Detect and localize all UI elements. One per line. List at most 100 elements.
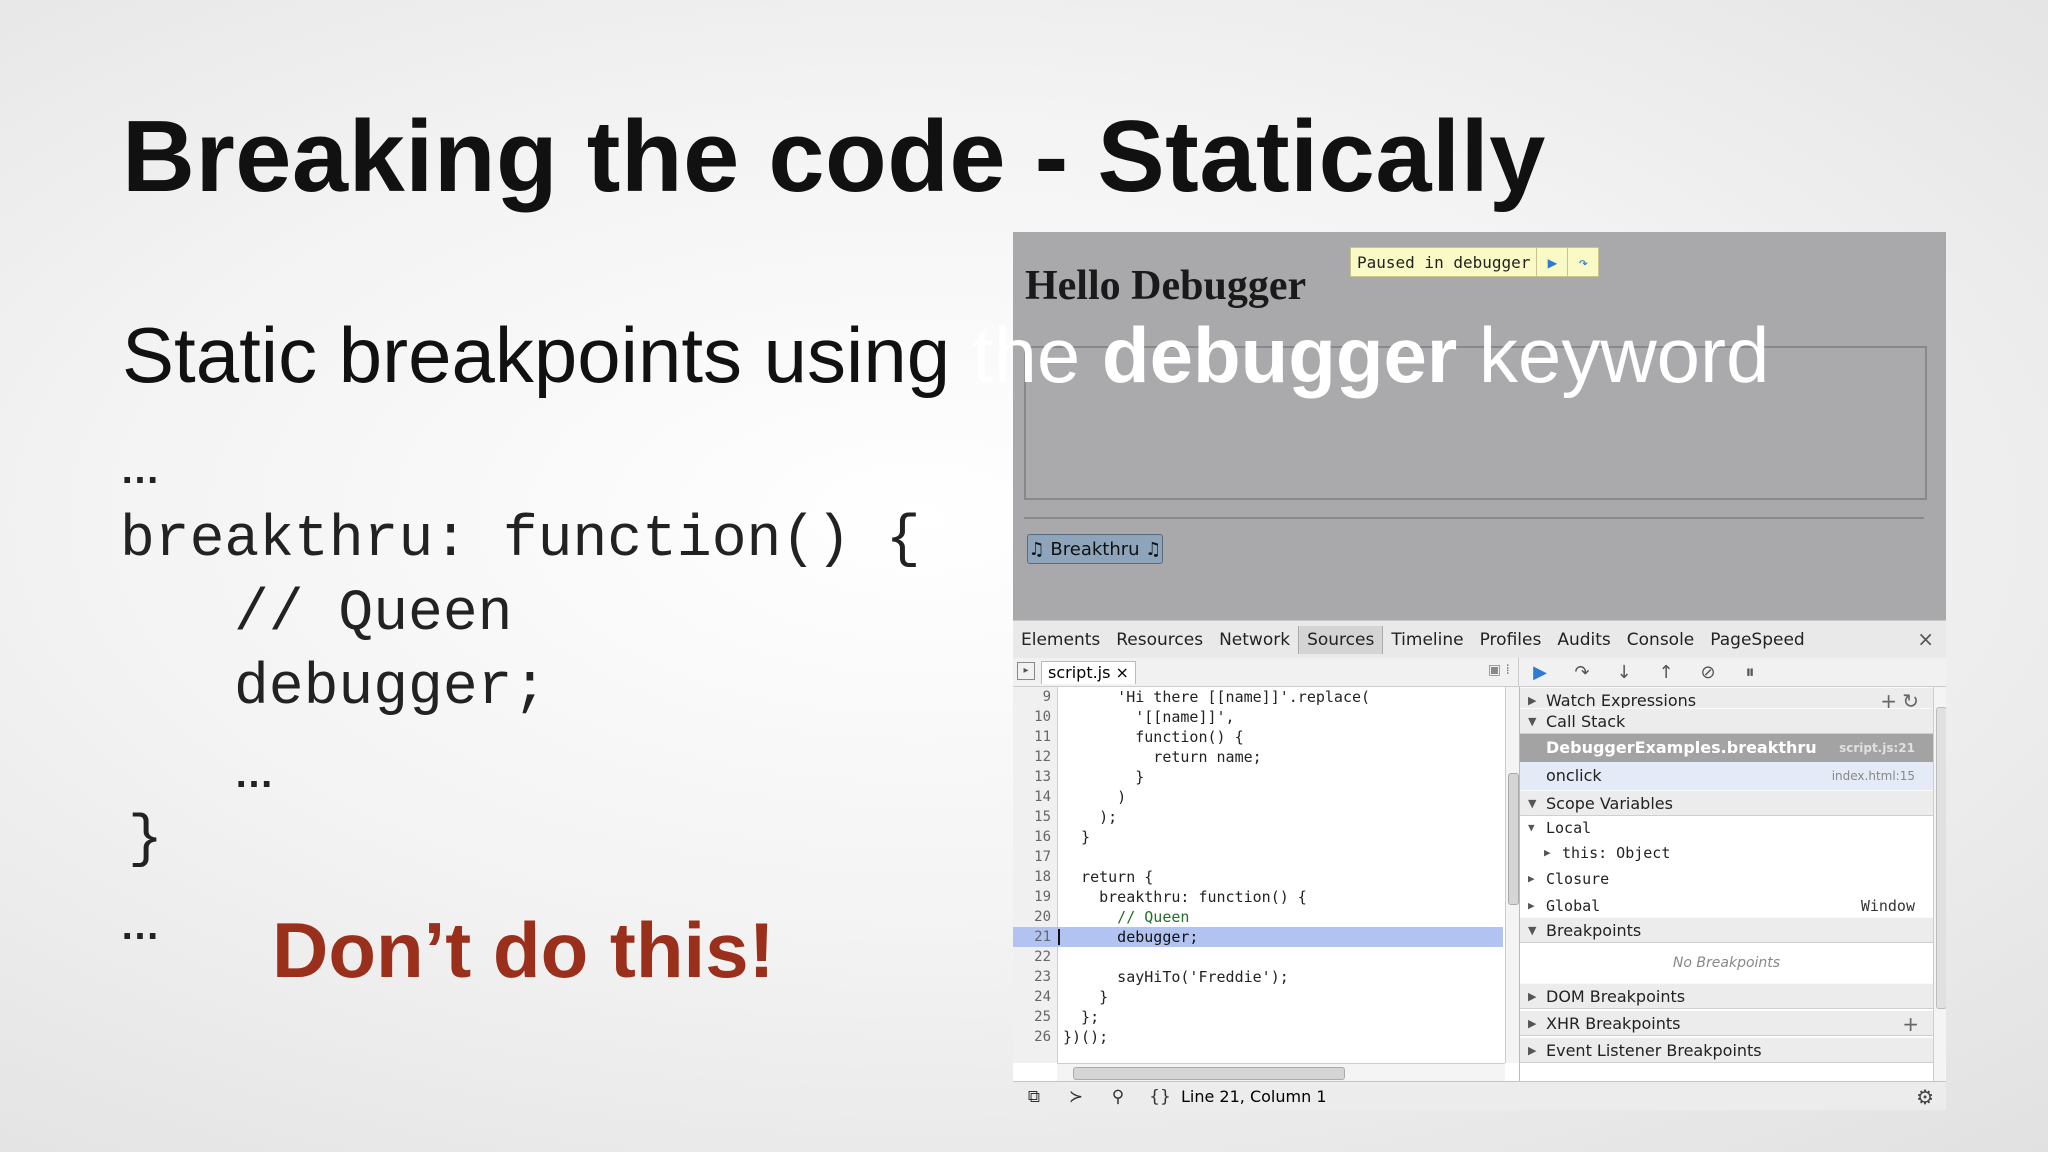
subtitle-text-end: keyword — [1457, 311, 1770, 399]
line-number[interactable]: 23 — [1013, 967, 1051, 987]
pretty-print-icon[interactable]: {} — [1139, 1087, 1181, 1107]
dock-icon[interactable]: ⧉ — [1013, 1087, 1055, 1107]
scope-local[interactable]: ▼ Local — [1520, 814, 1933, 842]
scope-global[interactable]: ▶ Global Window — [1520, 892, 1933, 920]
code-line[interactable]: 13 } — [1013, 767, 1503, 787]
code-line[interactable]: 25 }; — [1013, 1007, 1503, 1027]
dom-breakpoints-header[interactable]: ▶ DOM Breakpoints — [1520, 983, 1933, 1009]
step-into-button-icon[interactable]: ↓ — [1603, 662, 1645, 683]
line-number[interactable]: 14 — [1013, 787, 1051, 807]
collapsed-arrow-icon: ▶ — [1528, 990, 1537, 1003]
call-stack-header[interactable]: ▼ Call Stack — [1520, 708, 1933, 734]
line-number[interactable]: 16 — [1013, 827, 1051, 847]
code-line[interactable]: 23 sayHiTo('Freddie'); — [1013, 967, 1503, 987]
step-out-button-icon[interactable]: ↑ — [1645, 662, 1687, 683]
breakthru-button[interactable]: ♫ Breakthru ♫ — [1027, 534, 1163, 564]
code-line[interactable]: 26})(); — [1013, 1027, 1503, 1047]
search-icon[interactable]: ⚲ — [1097, 1087, 1139, 1107]
line-code: sayHiTo('Freddie'); — [1063, 968, 1289, 986]
editor-hscroll-thumb[interactable] — [1073, 1067, 1345, 1080]
line-number[interactable]: 10 — [1013, 707, 1051, 727]
code-ellipsis-bottom: … — [120, 904, 160, 948]
line-number[interactable]: 22 — [1013, 947, 1051, 967]
line-number[interactable]: 15 — [1013, 807, 1051, 827]
line-number[interactable]: 18 — [1013, 867, 1051, 887]
scope-closure[interactable]: ▶ Closure — [1520, 865, 1933, 893]
subtitle-keyword: debugger — [1101, 311, 1458, 399]
line-number[interactable]: 12 — [1013, 747, 1051, 767]
line-number[interactable]: 24 — [1013, 987, 1051, 1007]
line-code: }; — [1063, 1008, 1100, 1026]
event-listener-breakpoints-header[interactable]: ▶ Event Listener Breakpoints — [1520, 1037, 1933, 1063]
code-line[interactable]: 24 } — [1013, 987, 1503, 1007]
line-code: breakthru: function() { — [1063, 888, 1307, 906]
devtools-status-bar: ⧉ ≻ ⚲ {} Line 21, Column 1 ⚙ — [1013, 1081, 1946, 1110]
tab-elements[interactable]: Elements — [1013, 626, 1108, 654]
toggle-sidebar-icon[interactable]: ▣ ⁞ — [1488, 662, 1510, 678]
line-number[interactable]: 20 — [1013, 907, 1051, 927]
console-drawer-icon[interactable]: ≻ — [1055, 1087, 1097, 1107]
tab-audits[interactable]: Audits — [1549, 626, 1618, 654]
slide-title: Breaking the code - Statically — [122, 101, 1546, 213]
add-xhr-breakpoint-icon[interactable]: + — [1902, 1011, 1919, 1037]
tab-sources[interactable]: Sources — [1298, 626, 1384, 654]
code-line[interactable]: 10 '[[name]]', — [1013, 707, 1503, 727]
sidebar-scroll-thumb[interactable] — [1936, 707, 1946, 1009]
sidebar-scrollbar[interactable] — [1933, 687, 1946, 1081]
expanded-arrow-icon: ▼ — [1528, 924, 1537, 937]
xhr-breakpoints-header[interactable]: ▶ XHR Breakpoints + — [1520, 1010, 1933, 1036]
call-frame[interactable]: onclick index.html:15 — [1520, 762, 1933, 790]
step-over-button-icon[interactable]: ↷ — [1561, 662, 1603, 683]
line-number[interactable]: 9 — [1013, 687, 1051, 707]
line-number[interactable]: 13 — [1013, 767, 1051, 787]
resume-button-icon[interactable]: ▶ — [1519, 662, 1561, 683]
resume-icon[interactable]: ▶ — [1536, 248, 1567, 276]
code-ellipsis-inner: … — [234, 752, 274, 796]
line-code: 'Hi there [[name]]'.replace( — [1063, 688, 1371, 706]
code-line[interactable]: 22 — [1013, 947, 1503, 967]
call-frame[interactable]: DebuggerExamples.breakthru script.js:21 — [1520, 734, 1933, 762]
tab-timeline[interactable]: Timeline — [1383, 626, 1471, 654]
line-number[interactable]: 26 — [1013, 1027, 1051, 1047]
code-line[interactable]: 14 ) — [1013, 787, 1503, 807]
code-line[interactable]: 21 debugger; — [1013, 927, 1503, 947]
step-over-icon[interactable]: ↷ — [1567, 248, 1598, 276]
pause-on-exceptions-icon[interactable]: ⏸ — [1729, 662, 1771, 683]
editor-horizontal-scrollbar[interactable] — [1057, 1063, 1505, 1082]
editor-vscroll-thumb[interactable] — [1508, 773, 1519, 905]
tab-resources[interactable]: Resources — [1108, 626, 1211, 654]
code-line[interactable]: 11 function() { — [1013, 727, 1503, 747]
editor-vertical-scrollbar[interactable] — [1505, 687, 1520, 1063]
deactivate-breakpoints-icon[interactable]: ⊘ — [1687, 662, 1729, 683]
file-tab-script[interactable]: script.js × — [1041, 661, 1136, 684]
breakpoints-header[interactable]: ▼ Breakpoints — [1520, 917, 1933, 943]
code-line[interactable]: 17 — [1013, 847, 1503, 867]
code-line[interactable]: 15 ); — [1013, 807, 1503, 827]
subtitle-text-overlay: the — [971, 311, 1102, 399]
sources-toolbar: ▸ script.js × ▣ ⁞ — [1013, 658, 1518, 687]
tab-network[interactable]: Network — [1211, 626, 1298, 654]
line-code: function() { — [1063, 728, 1244, 746]
page-divider — [1024, 517, 1924, 519]
code-line[interactable]: 16 } — [1013, 827, 1503, 847]
close-devtools-icon[interactable]: × — [1917, 627, 1934, 651]
line-number[interactable]: 19 — [1013, 887, 1051, 907]
code-line[interactable]: 18 return { — [1013, 867, 1503, 887]
code-editor[interactable]: 9 'Hi there [[name]]'.replace(10 '[[name… — [1013, 687, 1503, 1063]
code-line[interactable]: 19 breakthru: function() { — [1013, 887, 1503, 907]
scope-variables-header[interactable]: ▼ Scope Variables — [1520, 790, 1933, 816]
line-code: } — [1063, 828, 1091, 846]
tab-pagespeed[interactable]: PageSpeed — [1702, 626, 1812, 654]
line-number[interactable]: 11 — [1013, 727, 1051, 747]
toggle-navigator-icon[interactable]: ▸ — [1017, 662, 1035, 680]
line-number[interactable]: 25 — [1013, 1007, 1051, 1027]
code-line[interactable]: 12 return name; — [1013, 747, 1503, 767]
scope-this[interactable]: ▶ this: Object — [1520, 839, 1933, 867]
code-line[interactable]: 20 // Queen — [1013, 907, 1503, 927]
tab-profiles[interactable]: Profiles — [1472, 626, 1550, 654]
tab-console[interactable]: Console — [1619, 626, 1703, 654]
line-number[interactable]: 21 — [1013, 927, 1051, 947]
line-number[interactable]: 17 — [1013, 847, 1051, 867]
code-line[interactable]: 9 'Hi there [[name]]'.replace( — [1013, 687, 1503, 707]
settings-gear-icon[interactable]: ⚙ — [1916, 1085, 1934, 1109]
